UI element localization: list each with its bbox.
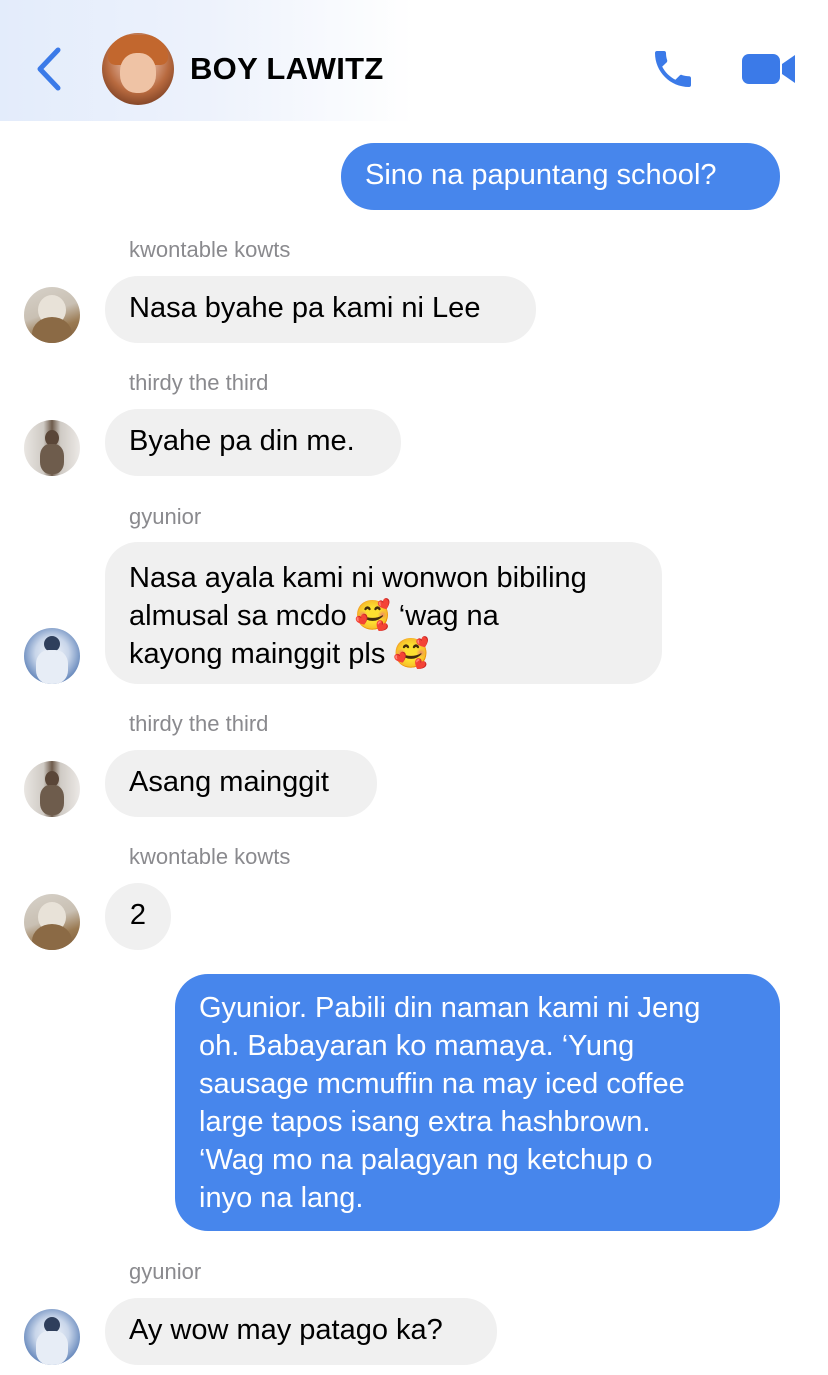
message-bubble-incoming[interactable]: Ay wow may patago ka? xyxy=(105,1298,497,1365)
message-bubble-incoming[interactable]: 2 xyxy=(105,883,171,950)
sender-name: gyunior xyxy=(129,1259,202,1284)
sender-name: kwontable kowts xyxy=(129,237,291,262)
avatar-face xyxy=(120,53,156,93)
video-camera-icon xyxy=(742,54,795,84)
sender-avatar[interactable] xyxy=(24,894,80,950)
sender-name: kwontable kowts xyxy=(129,844,291,869)
message-bubble-incoming[interactable]: Byahe pa din me. xyxy=(105,409,401,476)
message-bubble-incoming[interactable]: Nasa ayala kami ni wonwon bibiling almus… xyxy=(105,542,662,684)
sender-name: thirdy the third xyxy=(129,370,269,395)
sender-name: thirdy the third xyxy=(129,711,269,736)
voice-call-button[interactable] xyxy=(648,45,698,93)
chevron-left-icon xyxy=(37,47,61,91)
video-call-button[interactable] xyxy=(742,51,796,87)
sender-avatar[interactable] xyxy=(24,420,80,476)
sender-name: gyunior xyxy=(129,504,202,529)
message-bubble-incoming[interactable]: Nasa byahe pa kami ni Lee xyxy=(105,276,536,343)
sender-avatar[interactable] xyxy=(24,287,80,343)
sender-avatar[interactable] xyxy=(24,628,80,684)
message-bubble-outgoing[interactable]: Gyunior. Pabili din naman kami ni Jeng o… xyxy=(175,974,780,1231)
chat-avatar[interactable] xyxy=(102,33,174,105)
sender-avatar[interactable] xyxy=(24,761,80,817)
message-bubble-incoming[interactable]: Asang mainggit xyxy=(105,750,377,817)
chat-title[interactable]: BOY LAWITZ xyxy=(190,51,384,87)
chat-header: BOY LAWITZ xyxy=(0,0,828,121)
back-button[interactable] xyxy=(30,44,70,94)
phone-icon xyxy=(655,51,691,87)
sender-avatar[interactable] xyxy=(24,1309,80,1365)
message-bubble-outgoing[interactable]: Sino na papuntang school? xyxy=(341,143,780,210)
